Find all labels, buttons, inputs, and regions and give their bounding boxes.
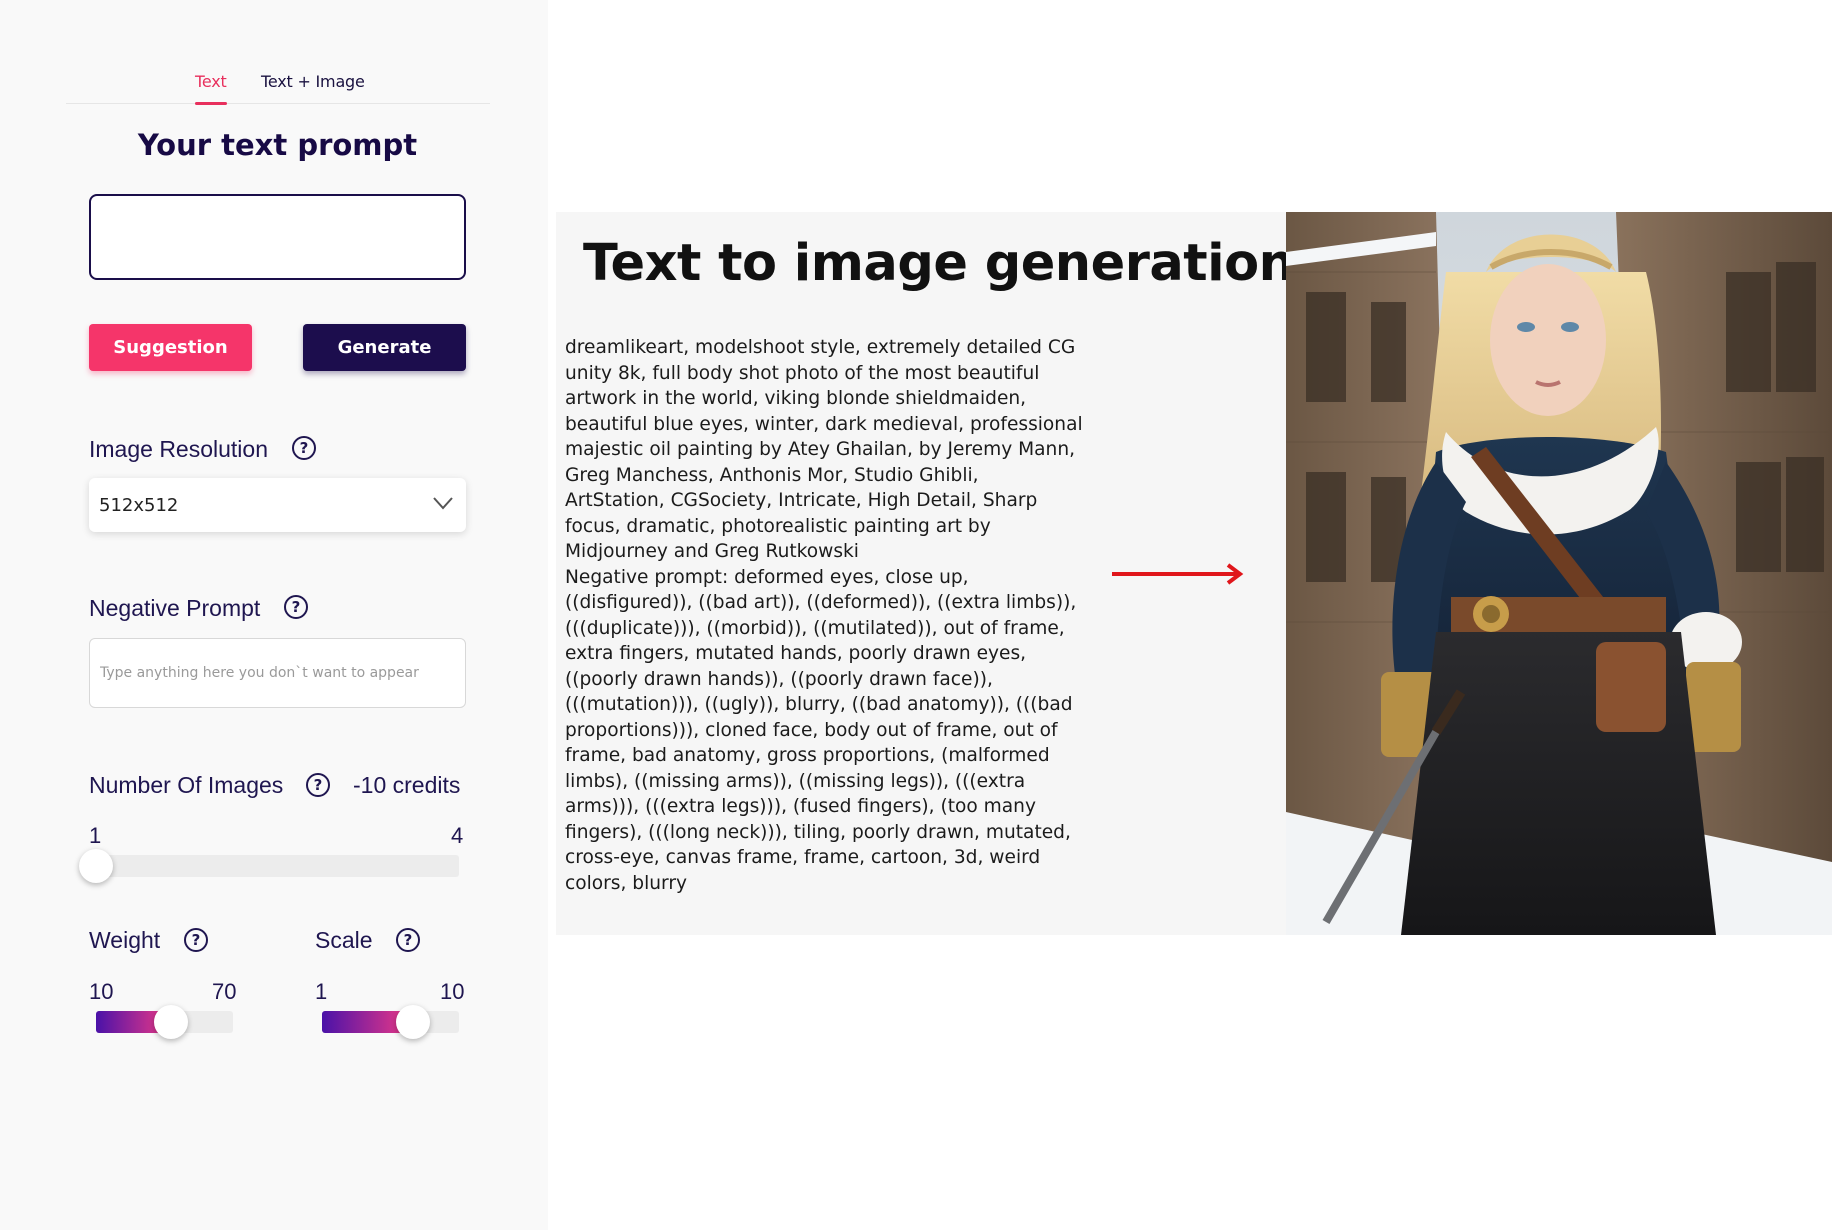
suggestion-button[interactable]: Suggestion [89, 324, 252, 371]
question-circle-icon[interactable]: ? [306, 773, 330, 797]
arrow-right-icon [1112, 563, 1244, 585]
settings-panel: Text Text + Image Your text prompt Sugge… [0, 0, 548, 1230]
question-circle-icon[interactable]: ? [284, 595, 308, 619]
scale-max-label: 10 [440, 979, 465, 1004]
text-prompt-input[interactable] [89, 194, 466, 280]
scale-thumb[interactable] [396, 1005, 431, 1039]
chevron-down-icon [433, 497, 453, 510]
example-negative-prompt: Negative prompt: deformed eyes, close up… [565, 566, 1077, 894]
weight-min-label: 10 [89, 979, 114, 1004]
generated-image [1286, 212, 1832, 935]
question-circle-icon[interactable]: ? [184, 928, 208, 952]
images-max-label: 4 [451, 823, 464, 848]
scale-slider[interactable] [322, 1011, 459, 1033]
negative-prompt-input[interactable] [89, 638, 466, 708]
question-circle-icon[interactable]: ? [292, 436, 316, 460]
negative-prompt-label: Negative Prompt [89, 595, 261, 621]
image-resolution-select[interactable]: 512x512 [89, 478, 466, 532]
scale-label: Scale [315, 927, 373, 953]
section-heading: Text to image generation [583, 234, 1295, 293]
tab-text[interactable]: Text [195, 72, 227, 105]
credits-cost: -10 credits [353, 772, 461, 798]
weight-thumb[interactable] [154, 1005, 189, 1039]
image-resolution-value: 512x512 [99, 495, 179, 516]
number-of-images-thumb[interactable] [79, 849, 113, 883]
image-resolution-label: Image Resolution [89, 436, 268, 462]
scale-min-label: 1 [315, 979, 328, 1004]
tab-text-image[interactable]: Text + Image [261, 72, 365, 91]
weight-label: Weight [89, 927, 161, 953]
generate-button[interactable]: Generate [303, 324, 466, 371]
example-prompt: dreamlikeart, modelshoot style, extremel… [565, 335, 1083, 896]
number-of-images-label: Number Of Images [89, 772, 284, 798]
example-positive-prompt: dreamlikeart, modelshoot style, extremel… [565, 337, 1083, 562]
images-min-label: 1 [89, 823, 102, 848]
mode-tabs: Text Text + Image [66, 0, 490, 105]
prompt-title: Your text prompt [137, 128, 418, 162]
question-circle-icon[interactable]: ? [396, 928, 420, 952]
weight-max-label: 70 [212, 979, 237, 1004]
number-of-images-slider[interactable] [96, 855, 459, 877]
